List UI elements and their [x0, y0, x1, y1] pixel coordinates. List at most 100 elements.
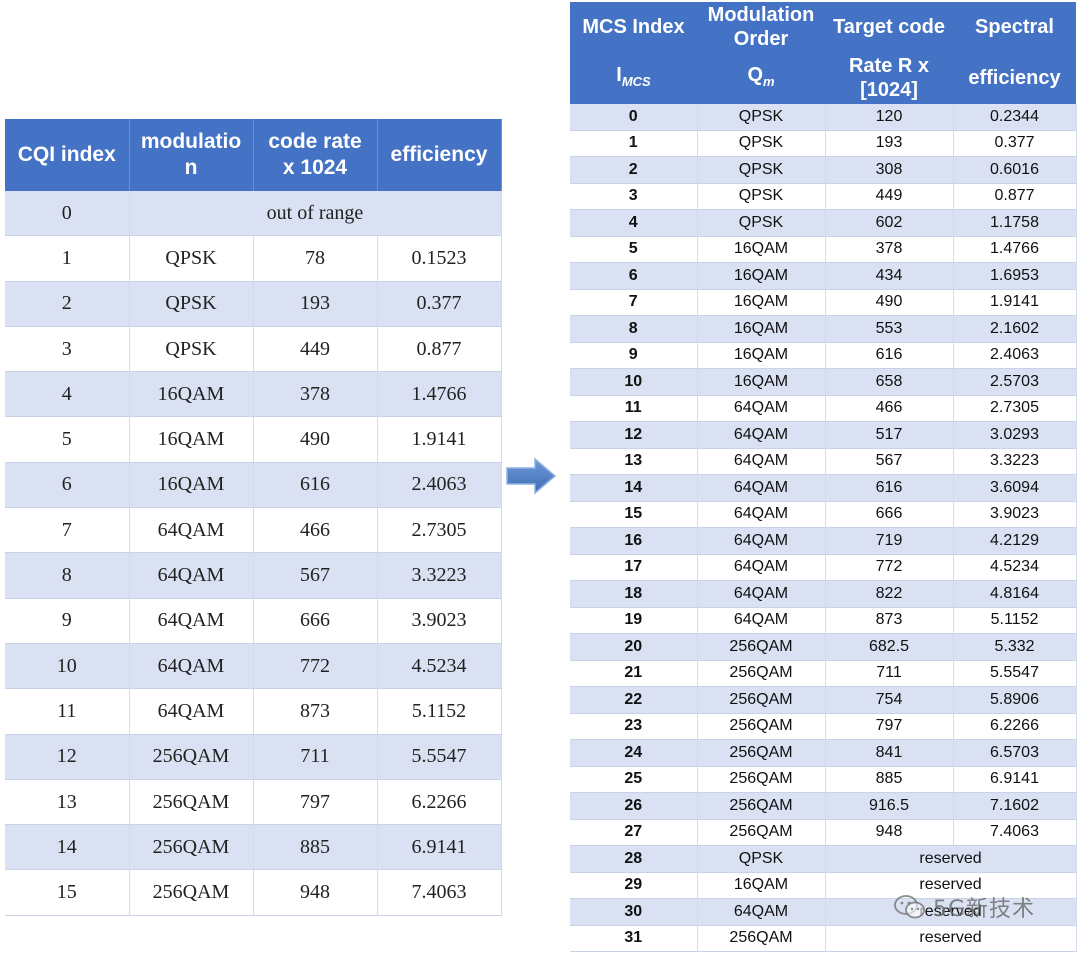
cqi-index-cell: 4	[5, 371, 130, 418]
mcs-index-cell: 25	[570, 766, 698, 793]
modulation-cell: 16QAM	[129, 462, 254, 509]
mcs-index-cell: 20	[570, 633, 698, 661]
target-code-rate-cell: 434	[825, 262, 954, 290]
table-row: 0 QPSK 120 0.2344	[570, 104, 1077, 131]
spectral-efficiency-cell: 4.5234	[953, 554, 1077, 581]
efficiency-cell: 0.877	[377, 326, 502, 373]
modulation-cell: 64QAM	[129, 688, 254, 735]
mcs-index-cell: 11	[570, 395, 698, 422]
target-code-rate-cell: 711	[825, 660, 954, 687]
modulation-cell: 16QAM	[129, 371, 254, 418]
mcs-header-cell: MCS Index	[570, 2, 697, 52]
table-row: 26 256QAM 916.5 7.1602	[570, 792, 1077, 820]
cqi-row-out-of-range: 0 out of range	[5, 191, 502, 237]
table-row: 14 64QAM 616 3.6094	[570, 474, 1077, 502]
target-code-rate-cell: 682.5	[825, 633, 954, 661]
mcs-index-cell: 3	[570, 183, 698, 210]
cqi-header-cell: code rate x 1024	[253, 119, 378, 191]
modulation-order-cell: 256QAM	[697, 766, 826, 793]
modulation-order-cell: 256QAM	[697, 713, 826, 740]
spectral-efficiency-cell: 5.8906	[953, 686, 1077, 714]
modulation-cell: 64QAM	[129, 643, 254, 690]
spectral-efficiency-cell: 1.9141	[953, 289, 1077, 316]
modulation-order-cell: 16QAM	[697, 368, 826, 396]
mod-symbol-sub: m	[763, 73, 775, 89]
table-row: 11 64QAM 873 5.1152	[5, 688, 502, 735]
table-row: 6 16QAM 616 2.4063	[5, 462, 502, 509]
modulation-order-cell: 256QAM	[697, 633, 826, 661]
spectral-efficiency-cell: 7.1602	[953, 792, 1077, 820]
code-rate-cell: 885	[253, 824, 378, 871]
mcs-index-cell: 4	[570, 209, 698, 237]
cqi-header-cell: efficiency	[377, 119, 502, 191]
modulation-cell: 256QAM	[129, 824, 254, 871]
table-row: 5 16QAM 490 1.9141	[5, 416, 502, 463]
target-code-rate-cell: 616	[825, 474, 954, 502]
target-code-rate-cell: 948	[825, 819, 954, 846]
efficiency-cell: 4.5234	[377, 643, 502, 690]
rate-header: Rate R x [1024]	[825, 52, 953, 104]
target-code-rate-cell: 490	[825, 289, 954, 316]
modulation-order-cell: 16QAM	[697, 342, 826, 369]
cqi-index-cell: 13	[5, 779, 130, 826]
out-of-range-cell: out of range	[129, 191, 502, 237]
cqi-index-cell: 0	[5, 191, 130, 237]
table-row: 22 256QAM 754 5.8906	[570, 686, 1077, 714]
mcs-index-cell: 27	[570, 819, 698, 846]
table-row: 18 64QAM 822 4.8164	[570, 580, 1077, 608]
table-row: 16 64QAM 719 4.2129	[570, 527, 1077, 555]
spectral-efficiency-cell: 2.7305	[953, 395, 1077, 422]
mcs-index-cell: 21	[570, 660, 698, 687]
mcs-index-cell: 6	[570, 262, 698, 290]
spectral-efficiency-cell: 6.9141	[953, 766, 1077, 793]
modulation-order-cell: 16QAM	[697, 315, 826, 343]
mcs-index-cell: 22	[570, 686, 698, 714]
code-rate-cell: 616	[253, 462, 378, 509]
spectral-efficiency-cell: 1.1758	[953, 209, 1077, 237]
mcs-index-cell: 23	[570, 713, 698, 740]
table-row: 19 64QAM 873 5.1152	[570, 607, 1077, 634]
table-row: 21 256QAM 711 5.5547	[570, 660, 1077, 687]
mcs-header-row-bottom: IMCS Qm Rate R x [1024] efficiency	[570, 52, 1076, 104]
mcs-symbol-sub: MCS	[621, 73, 651, 89]
efficiency-cell: 0.1523	[377, 235, 502, 282]
table-row: 6 16QAM 434 1.6953	[570, 262, 1077, 290]
mcs-index-cell: 26	[570, 792, 698, 820]
cqi-index-cell: 1	[5, 235, 130, 282]
modulation-order-cell: QPSK	[697, 104, 826, 131]
mcs-index-cell: 18	[570, 580, 698, 608]
watermark: 5G新技术	[893, 890, 1035, 924]
table-row: 27 256QAM 948 7.4063	[570, 819, 1077, 846]
code-rate-cell: 567	[253, 552, 378, 599]
right-arrow-icon	[506, 457, 557, 495]
modulation-cell: 64QAM	[129, 552, 254, 599]
mcs-index-cell: 9	[570, 342, 698, 369]
table-row: 5 16QAM 378 1.4766	[570, 236, 1077, 263]
modulation-order-cell: 16QAM	[697, 872, 826, 899]
modulation-order-cell: QPSK	[697, 209, 826, 237]
table-row: 3 QPSK 449 0.877	[5, 326, 502, 373]
target-code-rate-cell: 841	[825, 739, 954, 767]
cqi-table: CQI index modulatio n code rate x 1024 eff…	[5, 119, 502, 916]
cqi-index-cell: 12	[5, 734, 130, 780]
modulation-order-cell: QPSK	[697, 156, 826, 184]
target-code-rate-cell: 466	[825, 395, 954, 422]
modulation-order-cell: 64QAM	[697, 527, 826, 555]
cqi-header-cell: modulatio n	[129, 119, 254, 191]
target-code-rate-cell: 666	[825, 501, 954, 528]
spectral-efficiency-cell: 1.4766	[953, 236, 1077, 263]
table-row-reserved: 28 QPSK reserved	[570, 845, 1077, 873]
mcs-index-cell: 5	[570, 236, 698, 263]
target-code-rate-cell: 885	[825, 766, 954, 793]
mcs-index-cell: 7	[570, 289, 698, 316]
mcs-header-cell: Modulation Order	[697, 2, 825, 52]
modulation-order-cell: 256QAM	[697, 792, 826, 820]
mcs-index-cell: 1	[570, 130, 698, 157]
target-code-rate-cell: 873	[825, 607, 954, 634]
target-code-rate-cell: 719	[825, 527, 954, 555]
modulation-cell: 16QAM	[129, 416, 254, 463]
table-row: 3 QPSK 449 0.877	[570, 183, 1077, 210]
table-row: 9 64QAM 666 3.9023	[5, 598, 502, 644]
modulation-order-cell: 256QAM	[697, 660, 826, 687]
spectral-efficiency-cell: 0.6016	[953, 156, 1077, 184]
